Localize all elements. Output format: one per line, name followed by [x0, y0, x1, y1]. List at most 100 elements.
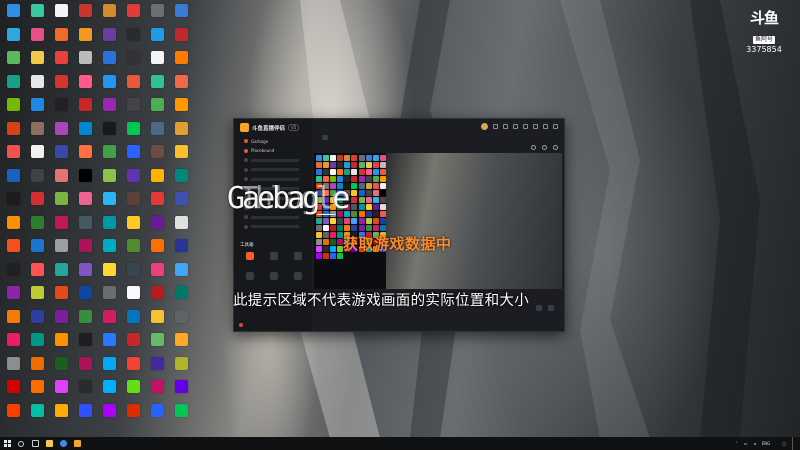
desktop-shortcut[interactable]	[121, 309, 145, 333]
desktop-shortcut[interactable]	[121, 215, 145, 239]
desktop-shortcut[interactable]	[169, 3, 193, 27]
desktop-shortcut[interactable]	[1, 332, 25, 356]
desktop-shortcut[interactable]	[169, 168, 193, 192]
desktop-shortcut[interactable]	[97, 144, 121, 168]
desktop-shortcut[interactable]	[73, 144, 97, 168]
tool-button[interactable]	[286, 252, 310, 272]
desktop-shortcut[interactable]	[1, 191, 25, 215]
desktop-shortcut[interactable]	[73, 238, 97, 262]
desktop-shortcut[interactable]	[169, 144, 193, 168]
settings-icon[interactable]	[503, 123, 508, 129]
desktop-shortcut[interactable]	[169, 50, 193, 74]
start-button[interactable]	[0, 437, 14, 450]
desktop-shortcut[interactable]	[73, 379, 97, 403]
source-visibility-icon[interactable]	[244, 139, 248, 143]
chat-icon[interactable]	[542, 145, 547, 150]
desktop-shortcut[interactable]	[1, 403, 25, 427]
desktop-shortcut[interactable]	[121, 238, 145, 262]
source-item[interactable]: Placebound	[244, 147, 274, 155]
desktop-shortcut[interactable]	[25, 332, 49, 356]
desktop-shortcut[interactable]	[121, 332, 145, 356]
desktop-shortcut[interactable]	[25, 74, 49, 98]
live-preview[interactable]	[314, 153, 562, 289]
desktop-shortcut[interactable]	[73, 309, 97, 333]
desktop-shortcut[interactable]	[97, 285, 121, 309]
task-view-icon[interactable]	[28, 437, 42, 450]
desktop-shortcut[interactable]	[169, 403, 193, 427]
desktop-shortcut[interactable]	[25, 168, 49, 192]
desktop-shortcut[interactable]	[25, 144, 49, 168]
search-icon[interactable]	[14, 437, 28, 450]
desktop-shortcut[interactable]	[145, 27, 169, 51]
desktop-shortcut[interactable]	[25, 3, 49, 27]
desktop-shortcut[interactable]	[73, 3, 97, 27]
desktop-shortcut[interactable]	[121, 74, 145, 98]
desktop-shortcut[interactable]	[145, 215, 169, 239]
desktop-shortcut[interactable]	[97, 50, 121, 74]
desktop-shortcut[interactable]	[145, 356, 169, 380]
desktop-shortcut[interactable]	[73, 215, 97, 239]
desktop-shortcut[interactable]	[145, 97, 169, 121]
desktop-shortcut[interactable]	[49, 144, 73, 168]
source-item[interactable]	[244, 223, 299, 231]
desktop-shortcut[interactable]	[145, 3, 169, 27]
desktop-shortcut[interactable]	[121, 97, 145, 121]
desktop-shortcut[interactable]	[145, 144, 169, 168]
desktop-shortcut[interactable]	[73, 121, 97, 145]
desktop-shortcut[interactable]	[145, 121, 169, 145]
source-visibility-icon[interactable]	[244, 148, 248, 153]
maximize-icon[interactable]	[543, 123, 548, 129]
browser-icon[interactable]	[56, 437, 70, 450]
minimize-icon[interactable]	[533, 123, 538, 129]
desktop-shortcut[interactable]	[25, 309, 49, 333]
desktop-shortcut[interactable]	[25, 238, 49, 262]
desktop-shortcut[interactable]	[49, 3, 73, 27]
close-icon[interactable]	[553, 123, 558, 129]
desktop-shortcut[interactable]	[145, 285, 169, 309]
desktop-shortcut[interactable]	[121, 27, 145, 51]
volume-icon[interactable]: ◂	[754, 441, 756, 446]
desktop-shortcut[interactable]	[25, 356, 49, 380]
desktop-shortcut[interactable]	[73, 403, 97, 427]
desktop-shortcut[interactable]	[73, 97, 97, 121]
menu-icon[interactable]	[523, 123, 528, 129]
desktop-shortcut[interactable]	[1, 262, 25, 286]
desktop-shortcut[interactable]	[121, 262, 145, 286]
desktop-shortcut[interactable]	[169, 74, 193, 98]
desktop-shortcut[interactable]	[145, 168, 169, 192]
desktop-shortcut[interactable]	[97, 309, 121, 333]
share-icon[interactable]	[553, 145, 558, 150]
desktop-shortcut[interactable]	[121, 3, 145, 27]
desktop-shortcut[interactable]	[97, 238, 121, 262]
desktop-shortcut[interactable]	[49, 403, 73, 427]
desktop-shortcut[interactable]	[49, 356, 73, 380]
desktop-shortcut[interactable]	[169, 356, 193, 380]
desktop-shortcut[interactable]	[121, 144, 145, 168]
desktop-shortcut[interactable]	[97, 379, 121, 403]
desktop-shortcut[interactable]	[97, 191, 121, 215]
desktop-shortcut[interactable]	[169, 309, 193, 333]
desktop-shortcut[interactable]	[25, 215, 49, 239]
desktop-shortcut[interactable]	[49, 238, 73, 262]
tool-button[interactable]	[262, 252, 286, 272]
desktop-shortcut[interactable]	[97, 3, 121, 27]
desktop-shortcut[interactable]	[49, 285, 73, 309]
desktop-shortcut[interactable]	[169, 121, 193, 145]
desktop-shortcut[interactable]	[1, 50, 25, 74]
desktop-shortcut[interactable]	[25, 379, 49, 403]
desktop-shortcut[interactable]	[97, 121, 121, 145]
desktop-shortcut[interactable]	[145, 332, 169, 356]
desktop-shortcut[interactable]	[25, 121, 49, 145]
skin-icon[interactable]	[513, 123, 518, 129]
source-item[interactable]: Garbage	[244, 137, 268, 145]
avatar[interactable]	[481, 122, 488, 130]
desktop-shortcut[interactable]	[169, 191, 193, 215]
source-visibility-icon[interactable]	[244, 224, 248, 229]
desktop-shortcut[interactable]	[1, 3, 25, 27]
desktop-shortcut[interactable]	[49, 50, 73, 74]
layout-icon[interactable]	[548, 305, 554, 311]
gift-icon[interactable]	[493, 123, 498, 129]
desktop-shortcut[interactable]	[73, 50, 97, 74]
desktop-shortcut[interactable]	[169, 285, 193, 309]
desktop-shortcut[interactable]	[169, 97, 193, 121]
